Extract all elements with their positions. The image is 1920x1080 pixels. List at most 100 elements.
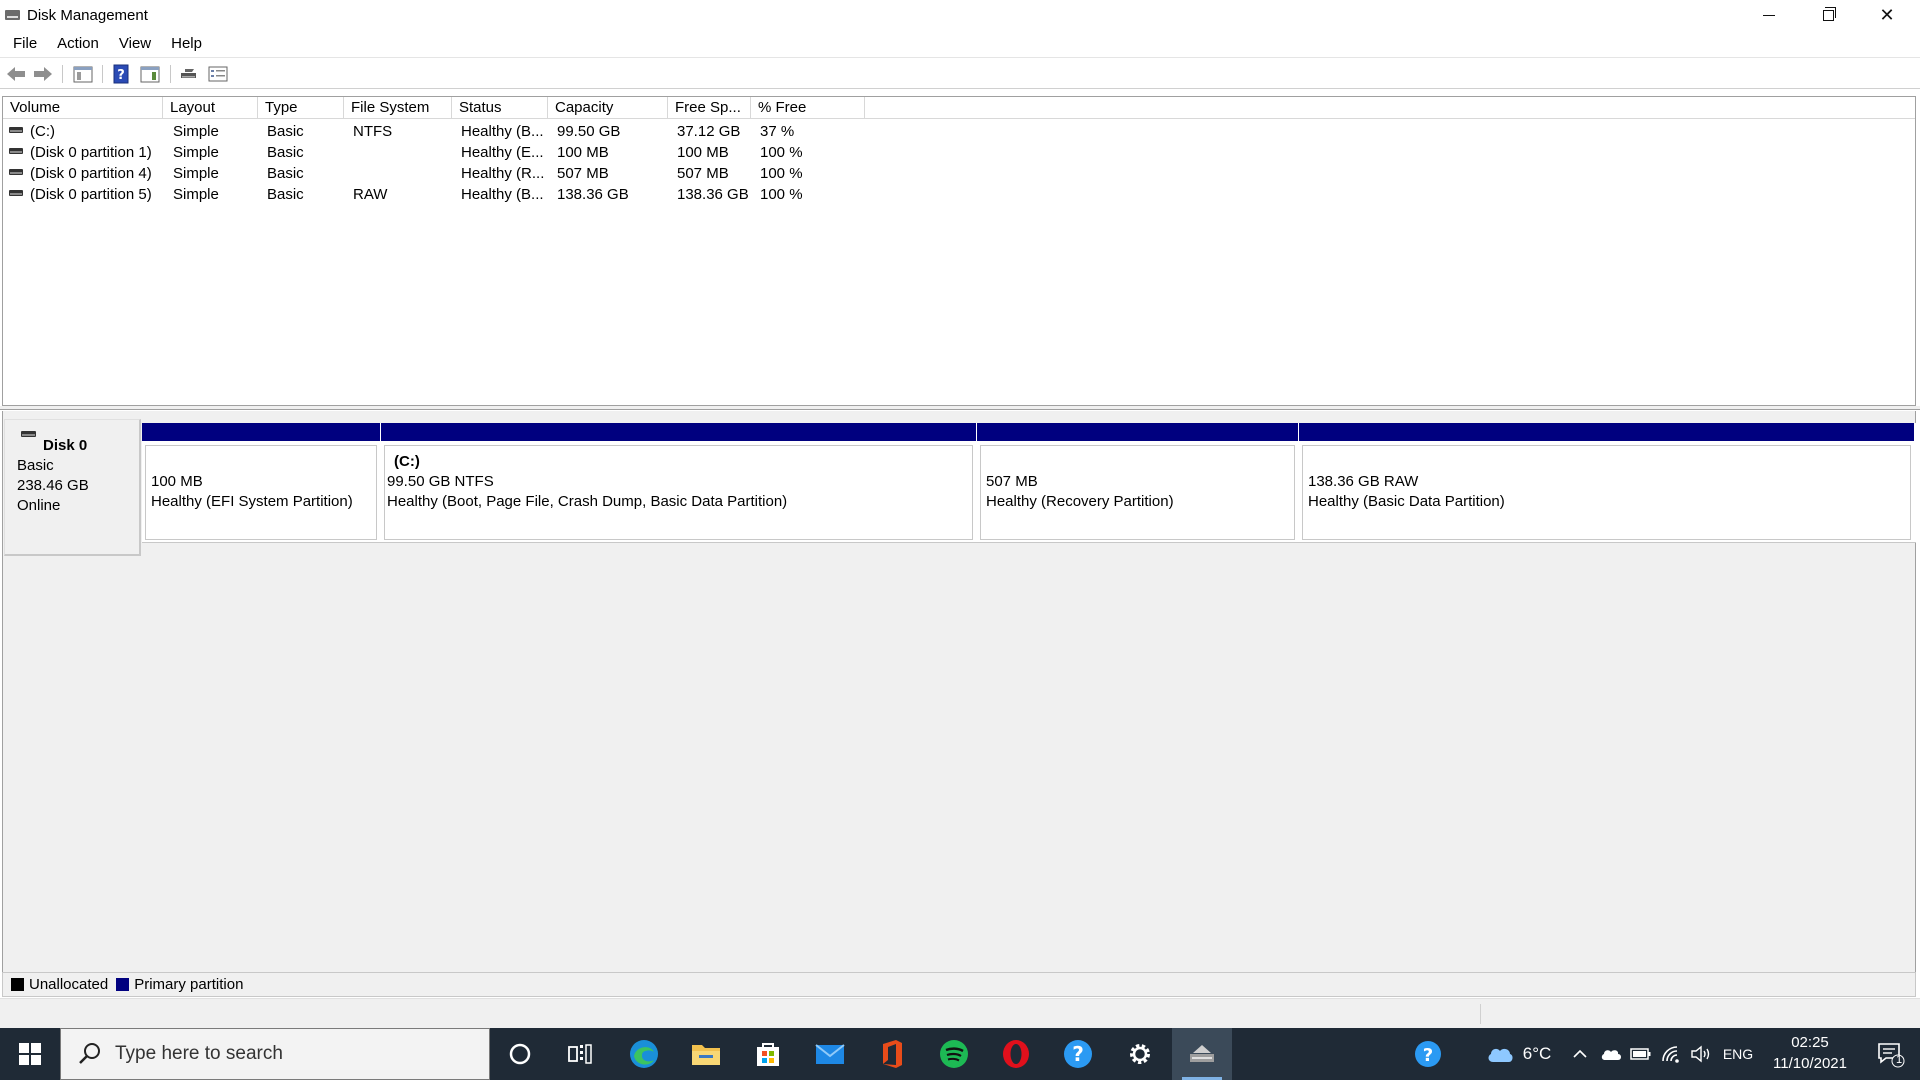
- toolbar: ?: [0, 57, 1920, 89]
- office-logo-icon: [883, 1040, 902, 1068]
- console-tree-button[interactable]: [72, 64, 94, 84]
- cloud-weather-icon: [1488, 1048, 1513, 1062]
- gear-icon: [1130, 1044, 1150, 1064]
- column-header-free-space[interactable]: Free Sp...: [668, 97, 751, 119]
- volume-capacity: 99.50 GB: [557, 123, 621, 140]
- drive-icon: [9, 127, 23, 133]
- volume-free-space: 100 MB: [677, 144, 729, 161]
- disk-0-label[interactable]: Disk 0 Basic 238.46 GB Online: [4, 419, 141, 556]
- help-question-icon: ?: [1064, 1040, 1092, 1068]
- file-explorer-taskbar-button[interactable]: [676, 1028, 736, 1080]
- clock-date: 11/10/2021: [1773, 1055, 1847, 1072]
- volume-layout: Simple: [173, 123, 219, 140]
- properties-icon: [208, 66, 228, 82]
- disk-type: Basic: [17, 457, 54, 474]
- volume-row[interactable]: (C:) Simple Basic NTFS Healthy (B... 99.…: [3, 121, 1915, 142]
- column-header-file-system[interactable]: File System: [344, 97, 452, 119]
- disk-icon: [21, 431, 36, 437]
- volume-tray-icon-button[interactable]: [1688, 1028, 1714, 1080]
- volume-capacity: 138.36 GB: [557, 186, 629, 203]
- column-header-volume[interactable]: Volume: [3, 97, 163, 119]
- back-button[interactable]: [5, 64, 27, 84]
- edge-taskbar-button[interactable]: [614, 1028, 674, 1080]
- mail-taskbar-button[interactable]: [800, 1028, 860, 1080]
- column-header-percent-free[interactable]: % Free: [751, 97, 865, 119]
- partition-c[interactable]: (C:) 99.50 GB NTFS Healthy (Boot, Page F…: [381, 423, 976, 542]
- partition-size: 99.50 GB NTFS: [387, 473, 494, 490]
- title-bar: Disk Management ✕: [0, 0, 1920, 30]
- volume-free-space: 507 MB: [677, 165, 729, 182]
- spotify-taskbar-button[interactable]: [924, 1028, 984, 1080]
- weather-widget[interactable]: 6°C: [1482, 1028, 1554, 1080]
- get-help-taskbar-button[interactable]: ?: [1048, 1028, 1108, 1080]
- primary-partition-bar: [977, 423, 1298, 441]
- status-cell: [1480, 1004, 1680, 1024]
- connect-disk-button[interactable]: [178, 64, 200, 84]
- volume-name: (C:): [30, 123, 55, 140]
- settings-taskbar-button[interactable]: [1110, 1028, 1170, 1080]
- legend-primary-partition: Primary partition: [134, 976, 244, 993]
- chevron-up-icon: [1573, 1049, 1587, 1058]
- weather-temperature: 6°C: [1522, 1044, 1552, 1063]
- menu-view[interactable]: View: [111, 35, 159, 52]
- office-taskbar-button[interactable]: [862, 1028, 922, 1080]
- svg-text:?: ?: [1423, 1045, 1433, 1066]
- menu-action[interactable]: Action: [49, 35, 107, 52]
- show-hide-action-pane-button[interactable]: [139, 64, 161, 84]
- volume-status: Healthy (R...: [461, 165, 545, 182]
- back-arrow-icon: [7, 67, 25, 81]
- show-hidden-icons-button[interactable]: [1568, 1028, 1592, 1080]
- taskbar-search-box[interactable]: Type here to search: [60, 1028, 490, 1080]
- partition-size: 100 MB: [151, 473, 203, 490]
- action-center-button[interactable]: 1: [1866, 1028, 1916, 1080]
- column-header-status[interactable]: Status: [452, 97, 548, 119]
- cortana-button[interactable]: [490, 1028, 550, 1080]
- partition-status: Healthy (Recovery Partition): [986, 493, 1174, 510]
- column-header-type[interactable]: Type: [258, 97, 344, 119]
- column-header-capacity[interactable]: Capacity: [548, 97, 668, 119]
- volume-row[interactable]: (Disk 0 partition 1) Simple Basic Health…: [3, 142, 1915, 163]
- partition-status: Healthy (Boot, Page File, Crash Dump, Ba…: [387, 493, 788, 510]
- opera-taskbar-button[interactable]: [986, 1028, 1046, 1080]
- help-button[interactable]: ?: [110, 64, 132, 84]
- pane-splitter[interactable]: [0, 406, 1920, 410]
- disk-state: Online: [17, 497, 61, 514]
- start-button[interactable]: [0, 1028, 60, 1080]
- forward-button[interactable]: [32, 64, 54, 84]
- mail-envelope-icon: [815, 1044, 845, 1064]
- volume-row[interactable]: (Disk 0 partition 4) Simple Basic Health…: [3, 163, 1915, 184]
- volume-layout: Simple: [173, 144, 219, 161]
- store-taskbar-button[interactable]: [738, 1028, 798, 1080]
- task-view-button[interactable]: [550, 1028, 610, 1080]
- close-button[interactable]: ✕: [1858, 0, 1916, 30]
- menu-file[interactable]: File: [5, 35, 45, 52]
- search-icon: [75, 1039, 105, 1069]
- battery-tray-icon-button[interactable]: [1628, 1028, 1654, 1080]
- partition-size: 138.36 GB RAW: [1308, 473, 1419, 490]
- column-header-layout[interactable]: Layout: [163, 97, 258, 119]
- partition-recovery[interactable]: 507 MB Healthy (Recovery Partition): [977, 423, 1298, 542]
- minimize-button[interactable]: [1740, 0, 1798, 30]
- primary-partition-bar: [142, 423, 380, 441]
- input-language-button[interactable]: ENG: [1718, 1028, 1758, 1080]
- menu-help[interactable]: Help: [163, 35, 210, 52]
- disk-management-taskbar-button[interactable]: [1172, 1028, 1232, 1080]
- onedrive-cloud-icon: [1601, 1050, 1621, 1060]
- onedrive-tray-icon-button[interactable]: [1598, 1028, 1624, 1080]
- partition-efi[interactable]: 100 MB Healthy (EFI System Partition): [142, 423, 380, 542]
- forward-arrow-icon: [34, 67, 52, 81]
- volume-file-system: NTFS: [353, 123, 393, 140]
- properties-button[interactable]: [207, 64, 229, 84]
- menu-bar: File Action View Help: [0, 30, 1920, 56]
- taskbar-clock[interactable]: 02:25 11/10/2021: [1760, 1028, 1860, 1080]
- notification-count: 1: [1896, 1054, 1903, 1066]
- volume-capacity: 100 MB: [557, 144, 609, 161]
- volume-list: Volume Layout Type File System Status Ca…: [2, 96, 1916, 406]
- close-icon: ✕: [1879, 4, 1895, 25]
- volume-row[interactable]: (Disk 0 partition 5) Simple Basic RAW He…: [3, 184, 1915, 205]
- help-tray-button[interactable]: ?: [1402, 1028, 1454, 1080]
- spotify-icon: [940, 1040, 968, 1068]
- partition-raw[interactable]: 138.36 GB RAW Healthy (Basic Data Partit…: [1299, 423, 1914, 542]
- network-tray-icon-button[interactable]: [1658, 1028, 1686, 1080]
- restore-button[interactable]: [1799, 0, 1857, 30]
